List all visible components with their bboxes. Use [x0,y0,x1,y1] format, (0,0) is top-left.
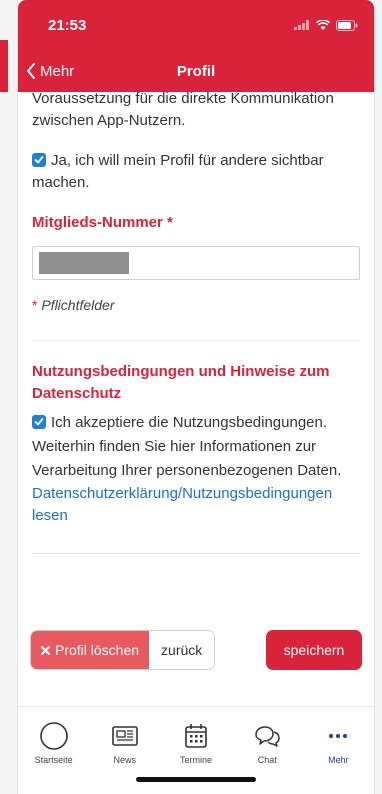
privacy-terms-link[interactable]: Datenschutzerklärung/Nutzungsbedingungen… [32,483,360,527]
required-note-text: Pflichtfelder [41,297,115,313]
nav-bar: Mehr Profil [18,50,374,92]
tab-chat[interactable]: Chat [232,707,303,771]
phone-screen: 21:53 Mehr Profil Voraussetzung für die … [18,0,374,794]
status-icons [294,19,358,31]
tab-label: Startseite [34,755,73,765]
delete-profile-label: Profil löschen [55,642,140,658]
required-note: * Pflichtfelder [32,294,360,316]
newspaper-icon [111,726,138,746]
app-header: 21:53 Mehr Profil [18,0,374,92]
profile-content: Voraussetzung für die direkte Kommunikat… [18,88,374,554]
battery-icon [336,19,358,31]
tab-startseite[interactable]: Startseite [18,707,89,771]
member-number-input[interactable] [32,246,360,280]
save-button[interactable]: speichern [266,630,362,670]
tab-label: News [113,755,137,765]
checkmark-icon [34,156,44,164]
calendar-icon [185,724,207,748]
visibility-checkbox-label: Ja, ich will mein Profil für andere sich… [32,152,324,191]
button-group: Profil löschen zurück [30,630,216,670]
chevron-left-icon [27,63,35,79]
member-number-label-text: Mitglieds-Nummer [32,214,163,231]
circle-icon [39,722,68,750]
redacted-value [39,252,129,274]
visibility-checkbox-row[interactable]: Ja, ich will mein Profil für andere sich… [32,150,360,194]
back-button[interactable]: Mehr [26,63,74,80]
more-dots-icon [329,734,348,738]
chat-bubbles-icon [255,726,280,747]
status-time: 21:53 [48,16,87,34]
intro-text: Voraussetzung für die direkte Kommunikat… [32,90,334,129]
terms-heading: Nutzungsbedingungen und Hinweise zum Dat… [32,363,330,402]
action-bar: Profil löschen zurück speichern [30,630,362,670]
divider [32,340,360,341]
tab-bar: Startseite News Termine Chat Mehr [18,706,374,794]
required-star: * [167,214,173,231]
signal-icon [294,20,309,30]
required-note-star: * [32,297,38,313]
frame-accent [0,40,8,92]
status-bar: 21:53 [18,0,374,50]
close-icon [41,645,50,655]
member-number-label: Mitglieds-Nummer * [32,212,360,234]
terms-checkbox-row[interactable]: Ich akzeptiere die Nutzungsbedingungen. … [32,411,360,483]
tab-label: Mehr [328,755,349,765]
terms-checkbox[interactable] [32,415,46,429]
visibility-checkbox[interactable] [32,153,46,167]
device-frame-right [374,0,382,794]
tab-mehr[interactable]: Mehr [303,707,374,771]
delete-profile-button[interactable]: Profil löschen [31,631,150,669]
device-frame-left [0,0,18,794]
tab-label: Termine [180,755,213,765]
checkmark-icon [34,418,44,426]
home-indicator[interactable] [136,777,256,782]
tab-news[interactable]: News [89,707,160,771]
back-label: Mehr [40,62,75,80]
back-action-button[interactable]: zurück [149,631,215,669]
terms-checkbox-text: Ich akzeptiere die Nutzungsbedingungen. … [32,414,342,479]
wifi-icon [316,19,330,30]
tab-label: Chat [257,755,277,765]
tab-termine[interactable]: Termine [160,707,231,771]
divider [32,553,360,554]
